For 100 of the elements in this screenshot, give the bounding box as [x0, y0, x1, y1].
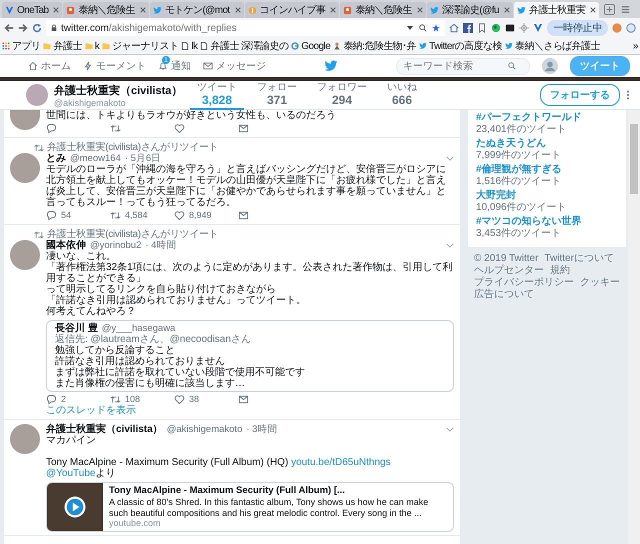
close-icon[interactable]	[590, 7, 596, 13]
play-icon[interactable]	[64, 496, 86, 518]
chevron-logo-icon[interactable]	[533, 23, 544, 33]
nav-link[interactable]: ホーム	[28, 59, 71, 73]
tweet-time[interactable]: · 3時間	[246, 424, 278, 435]
tweet-action[interactable]: 2	[46, 394, 110, 404]
bookmark-item[interactable]: 弁護士	[43, 39, 82, 53]
profile-stat-tab[interactable]: いいね 666	[380, 80, 424, 110]
profile-handle[interactable]: @akishigemakoto	[54, 98, 184, 108]
chevron-down-icon[interactable]	[446, 156, 454, 161]
trend-link[interactable]: #倫理観が無すぎる	[476, 164, 618, 176]
close-icon[interactable]	[140, 7, 146, 13]
browser-tab[interactable]: OneTab	[2, 2, 62, 18]
bookmark-item[interactable]: 泰納:危険生物･弁	[333, 39, 416, 53]
footer-link[interactable]: © 2019 Twitter	[474, 253, 538, 265]
browser-tab[interactable]: 深澤諭史(@fu	[426, 2, 513, 18]
quoted-tweet[interactable]: 長谷川 豊 @y___hasegawa 返信先: @lautreamさん、@necoodisanさん 勉強してから反論すること 許諾なき引用は認められておりません まずは弊社に許諾を取れていない段階で使用不可能です また肖像権の侵害にも明確に該当します…	[46, 320, 454, 392]
tweet-time[interactable]: · 4時間	[145, 240, 176, 251]
bookmark-item[interactable]: lk	[181, 40, 198, 52]
author-name[interactable]: とみ	[46, 153, 66, 164]
profile-stat-tab[interactable]: フォロー 371	[250, 80, 304, 110]
author-name[interactable]: 國本依伸	[46, 240, 86, 251]
tweet-action[interactable]: 108	[110, 394, 174, 404]
avatar-silhouette-icon[interactable]	[542, 58, 558, 74]
bookmark-item[interactable]: 泰納＼さらば弁護士	[504, 39, 600, 53]
crosshair-icon[interactable]	[519, 23, 530, 33]
more-bookmarks[interactable]: »	[632, 40, 638, 52]
footer-link[interactable]: プライバシーポリシー	[474, 277, 574, 289]
more-options-icon[interactable]	[626, 90, 630, 100]
footer-link[interactable]: 規約	[550, 265, 570, 277]
forward-icon[interactable]	[18, 23, 28, 33]
leaf-icon[interactable]	[491, 23, 502, 33]
lock-icon	[51, 24, 57, 32]
nav-link[interactable]: メッセージ	[203, 59, 266, 73]
close-icon[interactable]	[53, 7, 60, 13]
back-icon[interactable]	[4, 23, 14, 33]
show-thread-link[interactable]: このスレッドを表示	[46, 405, 454, 416]
footer-link[interactable]: 広告について	[474, 289, 534, 301]
apps-grid-icon	[2, 42, 10, 50]
trend-count: 7,999件のツイート	[476, 150, 562, 162]
trend-link[interactable]: #パーフェクトワールド	[476, 112, 618, 124]
tweet-time[interactable]: · 5月6日	[124, 153, 162, 164]
tweet-link[interactable]: youtu.be/tD65uNthngs	[291, 457, 391, 468]
bookmark-item[interactable]: k	[84, 40, 100, 52]
card-title: Tony MacAlpine - Maximum Security (Full Album) [...	[109, 485, 346, 496]
nav-link[interactable]: モーメント	[83, 59, 146, 73]
bookmark-item[interactable]: Google	[291, 40, 330, 52]
search-field[interactable]: キーワード検索	[396, 58, 530, 74]
close-icon[interactable]	[330, 7, 336, 13]
zoom-icon[interactable]	[419, 24, 428, 32]
trend-link[interactable]: 大野完封	[476, 190, 618, 202]
footer-link[interactable]: ヘルプセンター	[474, 265, 544, 277]
reload-icon[interactable]	[32, 23, 42, 33]
tweet-action[interactable]: 54	[46, 210, 110, 220]
bookmark-item[interactable]: Twitterの高度な検	[419, 39, 502, 53]
profile-stat-tab[interactable]: フォロワー 294	[310, 80, 374, 110]
dark-square-icon[interactable]	[505, 23, 516, 33]
browser-tab[interactable]: 泰納＼危険生	[63, 2, 149, 18]
bookmark-item[interactable]: 弁護士 深澤諭史の	[200, 39, 288, 53]
search-input[interactable]: キーワード検索	[403, 60, 503, 72]
footer-link[interactable]: Twitterについて	[544, 253, 614, 265]
scrollbar[interactable]	[628, 110, 640, 544]
browser-tab[interactable]: 弁護士秋重実	[514, 2, 600, 18]
address-field[interactable]: twitter.com/akishigemakoto/with_replies	[46, 20, 446, 36]
tweet-link[interactable]: @YouTube	[46, 468, 96, 479]
star-icon[interactable]	[432, 24, 440, 32]
bookmark-icon[interactable]	[477, 23, 488, 33]
square-logo-icon[interactable]	[463, 23, 474, 33]
bookmark-item[interactable]: ジャーナリスト	[102, 39, 178, 53]
author-handle[interactable]: @yorinobu2	[90, 240, 142, 251]
author-name[interactable]: 弁護士秋重実（civilista）	[46, 424, 163, 435]
tweet-action[interactable]: 8,949	[174, 210, 238, 220]
trend-link[interactable]: たぬき天うどん	[476, 138, 618, 150]
browser-tab[interactable]: モトケン(@mot	[150, 2, 244, 18]
new-tab-icon[interactable]	[604, 4, 616, 15]
tweet-action[interactable]: 38	[174, 394, 238, 404]
trend-link[interactable]: #マツコの知らない世界	[476, 216, 618, 228]
browser-tab[interactable]: 泰納＼危険生	[340, 2, 426, 18]
tweet-action[interactable]: 4,584	[110, 210, 174, 220]
bird-logo-icon[interactable]	[324, 59, 338, 73]
chevron-down-icon[interactable]	[446, 243, 454, 248]
bird-icon	[152, 6, 162, 14]
close-icon[interactable]	[416, 7, 423, 13]
follow-button[interactable]: フォローする	[540, 84, 620, 106]
browser-tab[interactable]: コインハイブ事	[244, 2, 340, 18]
globe-icon[interactable]	[626, 23, 636, 33]
dropdown-caret-icon[interactable]	[406, 24, 414, 32]
chevron-down-icon[interactable]	[446, 427, 454, 432]
home-icon[interactable]	[449, 23, 460, 33]
profile-circle-icon[interactable]	[612, 23, 622, 33]
close-icon[interactable]	[504, 7, 510, 13]
tab-list-icon[interactable]	[620, 4, 632, 15]
author-handle[interactable]: @akishigemakoto	[166, 424, 242, 435]
close-icon[interactable]	[234, 7, 241, 13]
author-handle[interactable]: @meow164	[70, 153, 121, 164]
footer-link[interactable]: クッキー	[580, 277, 620, 289]
pause-button[interactable]: 一時停止中	[547, 20, 608, 36]
folder-icon	[43, 42, 52, 50]
link-card[interactable]	[46, 482, 454, 532]
bookmark-item[interactable]: アプリ	[2, 39, 40, 53]
